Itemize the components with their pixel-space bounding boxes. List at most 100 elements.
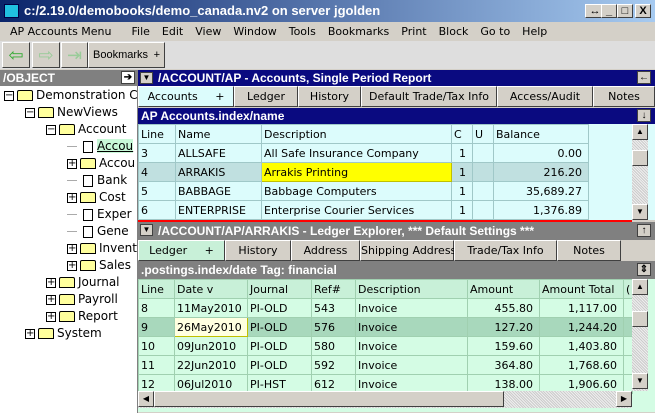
expand-icon[interactable]: + <box>67 243 77 254</box>
column-header[interactable]: Line <box>138 124 176 144</box>
column-header[interactable]: Ref# <box>311 279 356 299</box>
tab-ledger[interactable]: Ledger + <box>138 240 225 261</box>
table-cell[interactable]: 455.80 <box>467 298 540 318</box>
table-row[interactable]: 3 ALLSAFE All Safe Insurance Company 1 0.00 <box>138 143 589 163</box>
column-header[interactable]: Description <box>355 279 468 299</box>
scroll-thumb[interactable] <box>632 150 648 166</box>
menu-print[interactable]: Print <box>395 22 432 41</box>
tree-item[interactable]: Bank <box>67 172 127 189</box>
table-cell[interactable]: 10 <box>138 336 175 356</box>
table-cell[interactable]: Invoice <box>355 336 468 356</box>
upper-vertical-scrollbar[interactable]: ▲ ▼ <box>632 124 648 220</box>
table-cell[interactable]: 1 <box>451 143 473 163</box>
tab-notes[interactable]: Notes <box>557 240 621 261</box>
table-cell[interactable]: 0.00 <box>493 143 589 163</box>
table-cell[interactable]: 543 <box>311 298 356 318</box>
table-cell[interactable]: ENTERPRISE <box>175 200 262 220</box>
dropdown-arrow-icon[interactable]: ▼ <box>140 224 153 236</box>
column-header[interactable]: Amount <box>467 279 540 299</box>
table-cell[interactable]: 1 <box>451 181 473 201</box>
table-cell[interactable]: 1,117.00 <box>539 298 624 318</box>
table-cell[interactable]: 576 <box>311 317 356 337</box>
table-cell[interactable]: PI-OLD <box>247 336 312 356</box>
maximize-button[interactable]: □ <box>617 4 633 18</box>
table-cell[interactable]: Invoice <box>355 317 468 337</box>
tree-item[interactable]: + System <box>25 325 102 342</box>
tree-item[interactable]: + Cost <box>67 189 126 206</box>
menu-window[interactable]: Window <box>227 22 282 41</box>
tab-shipping-address[interactable]: Shipping Address <box>360 240 456 261</box>
collapse-icon[interactable]: − <box>4 90 14 101</box>
bookmarks-button[interactable]: Bookmarks + <box>88 42 165 68</box>
tab-accounts[interactable]: Accounts + <box>138 86 234 107</box>
tree-item[interactable]: − NewViews <box>25 104 118 121</box>
expand-icon[interactable]: + <box>46 277 56 288</box>
arrow-left-icon[interactable]: ← <box>637 71 651 84</box>
expand-icon[interactable]: + <box>46 294 56 305</box>
tree-item[interactable]: Exper <box>67 206 132 223</box>
column-header[interactable]: Description <box>261 124 452 144</box>
minimize-button[interactable]: _ <box>601 4 617 18</box>
hscroll-thumb[interactable] <box>154 391 504 407</box>
scroll-up-icon[interactable]: ▲ <box>632 124 648 140</box>
column-header[interactable]: Line <box>138 279 175 299</box>
expand-icon[interactable]: + <box>67 158 77 169</box>
tree-item[interactable]: Accou <box>67 138 134 155</box>
tab-address[interactable]: Address <box>291 240 360 261</box>
tab-ledger[interactable]: Ledger <box>234 86 298 107</box>
horizontal-scrollbar[interactable]: ◀ ▶ <box>138 391 632 408</box>
table-row[interactable]: 9 26May2010 PI-OLD 576 Invoice 127.20 1,244.20 <box>138 317 633 337</box>
table-cell[interactable]: 3 <box>138 143 176 163</box>
menu-edit[interactable]: Edit <box>156 22 189 41</box>
tab-history[interactable]: History <box>225 240 291 261</box>
tab-notes[interactable]: Notes <box>593 86 655 107</box>
menu-ap-accounts-menu[interactable]: AP Accounts Menu <box>4 22 118 41</box>
table-row[interactable]: 6 ENTERPRISE Enterprise Courier Services 1 1… <box>138 200 589 220</box>
tree-item[interactable]: + Invent <box>67 240 137 257</box>
expand-icon[interactable]: + <box>46 311 56 322</box>
table-cell[interactable]: 5 <box>138 181 176 201</box>
tree-item[interactable]: + Journal <box>46 274 120 291</box>
table-cell[interactable]: 592 <box>311 355 356 375</box>
column-header[interactable]: C <box>451 124 473 144</box>
table-cell[interactable]: PI-OLD <box>247 317 312 337</box>
table-cell[interactable]: 26May2010 <box>174 317 248 337</box>
arrow-up-icon[interactable]: ↑ <box>637 224 651 237</box>
expand-icon[interactable]: ⇕ <box>637 263 651 276</box>
table-cell[interactable]: 127.20 <box>467 317 540 337</box>
table-cell[interactable]: 1,403.80 <box>539 336 624 356</box>
scroll-left-icon[interactable]: ◀ <box>138 391 154 407</box>
column-header[interactable]: Journal <box>247 279 312 299</box>
tree-item[interactable]: − Account <box>46 121 126 138</box>
table-cell[interactable]: 1 <box>451 162 473 182</box>
back-arrow-icon[interactable]: ⇦ <box>2 42 30 68</box>
column-header[interactable]: U <box>472 124 494 144</box>
tab-default-trade-tax-info[interactable]: Default Trade/Tax Info <box>361 86 497 107</box>
scroll-up-icon[interactable]: ▲ <box>632 279 648 295</box>
expand-icon[interactable]: + <box>67 192 77 203</box>
table-cell[interactable]: Babbage Computers <box>261 181 452 201</box>
tree-item[interactable]: Gene <box>67 223 129 240</box>
table-cell[interactable]: 159.60 <box>467 336 540 356</box>
column-header[interactable]: Name <box>175 124 262 144</box>
menu-view[interactable]: View <box>189 22 227 41</box>
tree-item[interactable]: − Demonstration C <box>4 87 138 104</box>
table-row[interactable]: 4 ARRAKIS Arrakis Printing 1 216.20 <box>138 162 589 182</box>
dropdown-arrow-icon[interactable]: ▼ <box>140 72 153 84</box>
forward-end-icon[interactable]: ⇥ <box>61 42 88 68</box>
menu-file[interactable]: File <box>126 22 156 41</box>
table-cell[interactable]: 1 <box>451 200 473 220</box>
tree-item[interactable]: + Payroll <box>46 291 118 308</box>
table-cell[interactable]: 11May2010 <box>174 298 248 318</box>
table-cell[interactable]: ARRAKIS <box>175 162 262 182</box>
table-cell[interactable]: 216.20 <box>493 162 589 182</box>
arrow-down-icon[interactable]: ↓ <box>637 109 651 122</box>
table-cell[interactable]: 6 <box>138 200 176 220</box>
close-button[interactable]: X <box>635 4 651 18</box>
table-cell[interactable]: 580 <box>311 336 356 356</box>
table-cell[interactable]: ALLSAFE <box>175 143 262 163</box>
table-cell[interactable]: 8 <box>138 298 175 318</box>
table-cell[interactable]: PI-OLD <box>247 355 312 375</box>
table-cell[interactable]: 35,689.27 <box>493 181 589 201</box>
menu-block[interactable]: Block <box>433 22 475 41</box>
